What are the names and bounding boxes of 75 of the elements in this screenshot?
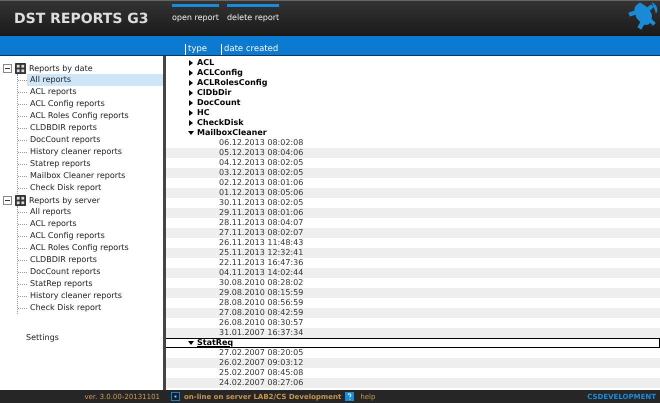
grid-icon: [15, 194, 26, 206]
report-date-row[interactable]: 30.08.2010 08:28:02: [166, 278, 660, 288]
help-icon: [345, 392, 354, 401]
tree-item[interactable]: Check Disk report: [27, 182, 163, 194]
report-group-label[interactable]: CheckDisk: [197, 119, 244, 127]
column-header[interactable]: date created: [221, 44, 292, 55]
tree-item[interactable]: ACL Roles Config reports: [27, 242, 163, 254]
collapsed-arrow-icon[interactable]: [188, 100, 194, 106]
report-date-row[interactable]: 03.12.2013 08:02:05: [166, 168, 660, 178]
tree-item[interactable]: StatRep reports: [27, 278, 163, 290]
server-icon: [171, 392, 180, 401]
report-group-label[interactable]: DocCount: [197, 99, 240, 107]
collapse-toggle-icon[interactable]: [3, 196, 12, 204]
report-date-row[interactable]: 25.02.2007 08:45:08: [166, 368, 660, 378]
report-group-label[interactable]: ClDbDir: [197, 89, 232, 97]
settings-link[interactable]: Settings: [26, 333, 163, 342]
collapsed-arrow-icon[interactable]: [188, 70, 194, 76]
report-group-label[interactable]: HC: [197, 109, 210, 117]
report-date-row[interactable]: 27.02.2007 08:20:05: [166, 348, 660, 358]
report-group-label[interactable]: ACL: [197, 59, 214, 67]
tree-item[interactable]: ACL Config reports: [27, 230, 163, 242]
report-date-row[interactable]: 26.08.2010 08:30:57: [166, 318, 660, 328]
report-date-row[interactable]: 04.12.2013 08:02:05: [166, 158, 660, 168]
toolbar-button[interactable]: delete report: [226, 4, 280, 22]
report-date-row[interactable]: 24.02.2007 08:27:06: [166, 378, 660, 388]
report-date-row[interactable]: 29.11.2013 08:01:06: [166, 208, 660, 218]
collapsed-arrow-icon[interactable]: [188, 110, 194, 116]
report-date-row[interactable]: 02.12.2013 08:01:06: [166, 178, 660, 188]
expanded-arrow-icon[interactable]: [188, 130, 194, 136]
tree-item[interactable]: Statrep reports: [27, 158, 163, 170]
tree-group-label[interactable]: Reports by date: [29, 64, 93, 72]
tree-item[interactable]: History cleaner reports: [27, 146, 163, 158]
collapsed-arrow-icon[interactable]: [188, 60, 194, 66]
tree-item[interactable]: All reports: [27, 206, 163, 218]
tree-item[interactable]: All reports: [27, 74, 163, 86]
tree-item[interactable]: Check Disk report: [27, 302, 163, 314]
report-date-row[interactable]: 01.12.2013 08:05:06: [166, 188, 660, 198]
tree-item[interactable]: History cleaner reports: [27, 290, 163, 302]
report-date-row[interactable]: 25.11.2013 12:32:41: [166, 248, 660, 258]
report-date-row[interactable]: 27.11.2013 08:02:07: [166, 228, 660, 238]
report-date-row[interactable]: 06.12.2013 08:02:08: [166, 138, 660, 148]
expanded-arrow-icon[interactable]: [188, 340, 194, 346]
report-date-row[interactable]: 28.11.2013 08:04:07: [166, 218, 660, 228]
collapsed-arrow-icon[interactable]: [188, 90, 194, 96]
report-date-row[interactable]: 29.08.2010 08:15:59: [166, 288, 660, 298]
app-title: DST REPORTS G3: [13, 10, 150, 26]
report-date-row[interactable]: 31.01.2007 16:37:34: [166, 328, 660, 338]
tree-item[interactable]: ACL reports: [27, 86, 163, 98]
column-header[interactable]: type: [185, 44, 221, 55]
tree-group-label[interactable]: Reports by server: [29, 196, 100, 204]
report-group-label[interactable]: StatReq: [197, 339, 234, 347]
report-group-label[interactable]: ACLConfig: [197, 69, 243, 77]
report-group-label[interactable]: MailboxCleaner: [197, 129, 267, 137]
tree-item[interactable]: CLDBDIR reports: [27, 122, 163, 134]
report-date-row[interactable]: 05.12.2013 08:04:06: [166, 148, 660, 158]
report-date-row[interactable]: 04.11.2013 14:02:44: [166, 268, 660, 278]
report-date-row[interactable]: 22.11.2013 16:47:36: [166, 258, 660, 268]
tree-item[interactable]: ACL Roles Config reports: [27, 110, 163, 122]
report-date-row[interactable]: 26.11.2013 11:48:43: [166, 238, 660, 248]
tree-item[interactable]: ACL Config reports: [27, 98, 163, 110]
grid-icon: [15, 62, 26, 74]
report-date-row[interactable]: 26.02.2007 09:03:12: [166, 358, 660, 368]
report-date-row[interactable]: 30.11.2013 08:02:05: [166, 198, 660, 208]
tree-item[interactable]: ACL reports: [27, 218, 163, 230]
tree-item[interactable]: CLDBDIR reports: [27, 254, 163, 266]
tree-item[interactable]: DocCount reports: [27, 266, 163, 278]
report-group-label[interactable]: ACLRolesConfig: [197, 79, 268, 87]
tree-item[interactable]: Mailbox Cleaner reports: [27, 170, 163, 182]
report-date-row[interactable]: 28.08.2010 08:56:59: [166, 298, 660, 308]
tree-item[interactable]: DocCount reports: [27, 134, 163, 146]
collapsed-arrow-icon[interactable]: [188, 120, 194, 126]
toolbar-button[interactable]: open report: [172, 4, 219, 22]
collapse-toggle-icon[interactable]: [3, 64, 12, 72]
collapsed-arrow-icon[interactable]: [188, 80, 194, 86]
report-date-row[interactable]: 27.08.2010 08:42:59: [166, 308, 660, 318]
